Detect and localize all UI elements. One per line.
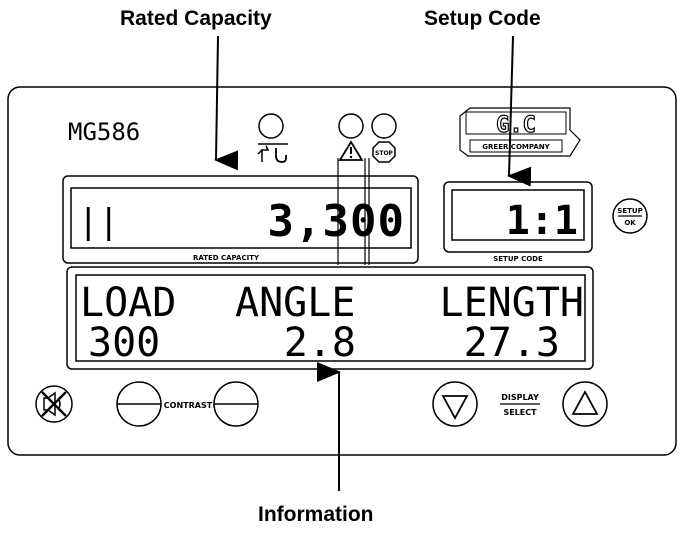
info-value-load: 300 <box>88 320 160 366</box>
setup-ok-button[interactable]: SETUP OK <box>612 198 648 234</box>
display-label: DISPLAY <box>501 393 539 402</box>
select-label: SELECT <box>503 408 537 417</box>
contrast-increase-button[interactable] <box>213 381 259 427</box>
rated-indicator: || <box>78 202 119 242</box>
setup-code-arrow <box>507 35 532 187</box>
display-up-button[interactable] <box>562 381 608 427</box>
model-label: MG586 <box>68 118 140 146</box>
logo-letters: G.C <box>496 113 536 138</box>
info-value-angle: 2.8 <box>284 320 356 366</box>
alarm-mute-button[interactable] <box>35 385 73 423</box>
contrast-label: CONTRAST <box>164 401 213 410</box>
rated-capacity-caption: RATED CAPACITY <box>193 254 260 262</box>
setup-code-value: 1:1 <box>506 198 578 244</box>
rated-capacity-arrow <box>214 35 239 171</box>
greer-logo: G.C GREER COMPANY <box>459 107 581 157</box>
stop-text: STOP <box>375 150 394 157</box>
stop-sign-icon: STOP <box>371 113 397 163</box>
logo-company-text: GREER COMPANY <box>482 143 550 151</box>
info-value-length: 27.3 <box>464 320 560 366</box>
warning-triangle-icon <box>338 113 364 161</box>
contrast-decrease-button[interactable] <box>116 381 162 427</box>
display-select-label: DISPLAY SELECT <box>500 393 540 417</box>
display-panel-diagram: MG586 STOP G.C GREER COMPANY || 3,300 RA… <box>7 35 677 491</box>
setup-code-caption: SETUP CODE <box>493 255 543 263</box>
crane-hook-icon <box>257 113 288 163</box>
rated-capacity-value: 3,300 <box>268 196 405 247</box>
display-down-button[interactable] <box>432 381 478 427</box>
setup-button-top: SETUP <box>617 207 642 215</box>
setup-button-bottom: OK <box>624 219 636 227</box>
